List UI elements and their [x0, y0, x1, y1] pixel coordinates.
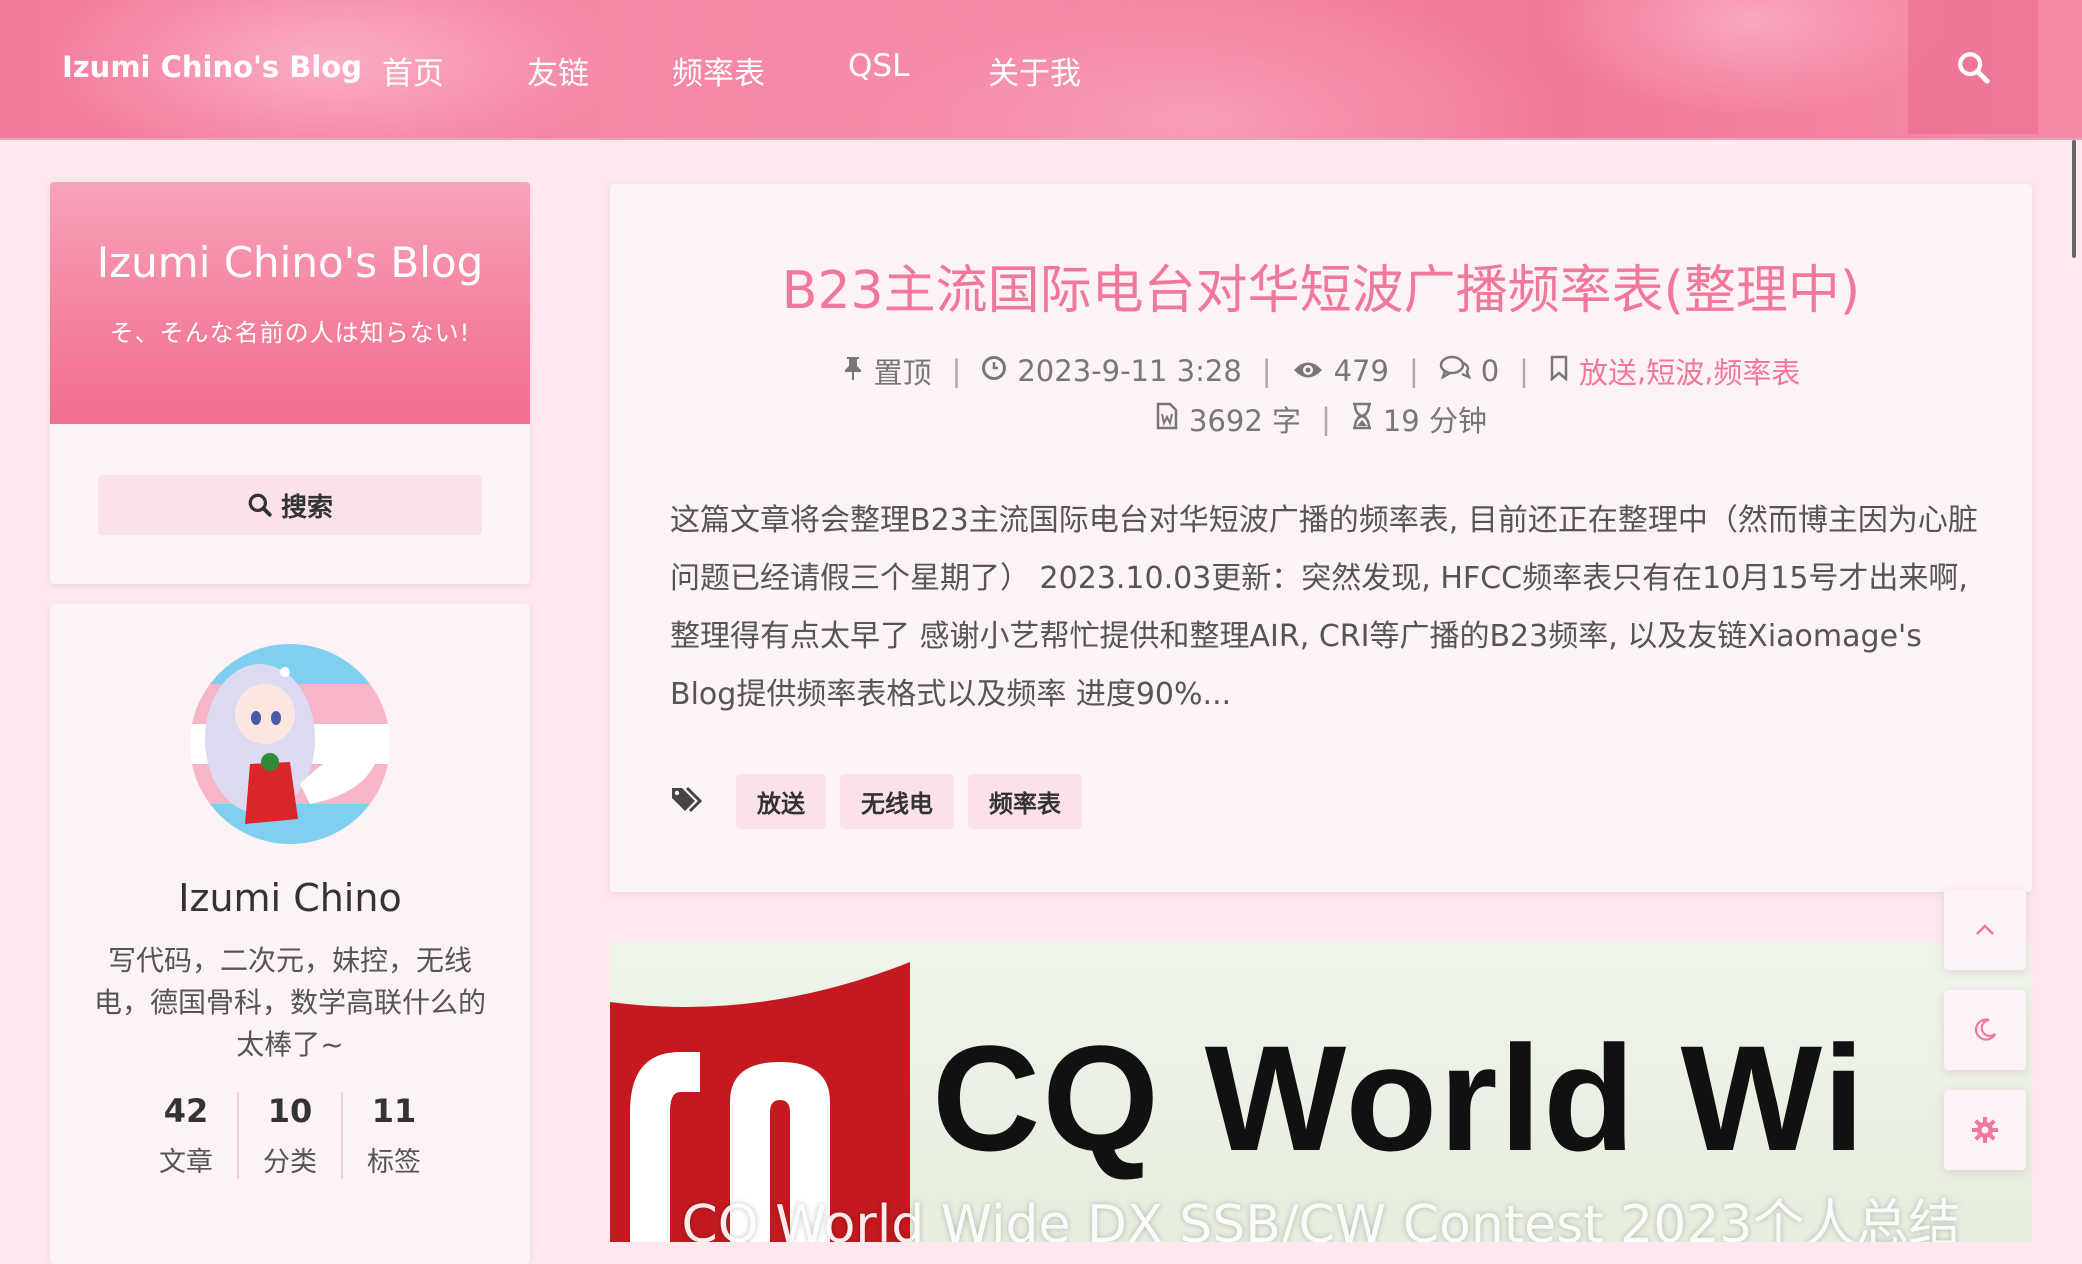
stat-categories[interactable]: 10 分类 — [237, 1092, 341, 1179]
search-icon — [1958, 52, 1990, 84]
category-link[interactable]: 放送 — [1579, 350, 1637, 392]
category-link[interactable]: 频率表 — [1713, 350, 1800, 392]
post2-title[interactable]: CQ World Wide DX SSB/CW Contest 2023个人总结 — [610, 1182, 2032, 1242]
meta-divider: | — [951, 354, 962, 388]
stat-tags[interactable]: 11 标签 — [341, 1092, 445, 1179]
author-stats: 42 文章 10 分类 11 标签 — [50, 1092, 530, 1179]
post-meta-line1: 置顶 | 2023-9-11 3:28 | 479 | 0 | 放送, 短波, 频率… — [610, 350, 2032, 392]
post-comments[interactable]: 0 — [1481, 354, 1499, 388]
category-link[interactable]: 短波 — [1646, 350, 1704, 392]
gear-icon — [1972, 1117, 1998, 1143]
stat-articles-count: 42 — [163, 1092, 209, 1130]
bookmark-icon — [1549, 354, 1569, 388]
post-card: B23主流国际电台对华短波广播频率表(整理中) 置顶 | 2023-9-11 3… — [610, 184, 2032, 892]
nav-item-friends[interactable]: 友链 — [527, 48, 589, 93]
nav-item-qsl[interactable]: QSL — [848, 48, 909, 84]
tag-chip[interactable]: 无线电 — [840, 774, 954, 829]
nav-item-frequency[interactable]: 频率表 — [672, 48, 765, 93]
tag-chip[interactable]: 放送 — [736, 774, 826, 829]
stat-categories-count: 10 — [267, 1092, 313, 1130]
chevron-up-icon — [1976, 924, 1994, 935]
nav-item-about[interactable]: 关于我 — [988, 48, 1081, 93]
meta-divider: | — [1261, 354, 1272, 388]
search-icon — [248, 493, 272, 517]
nav-item-home[interactable]: 首页 — [382, 48, 444, 93]
post-card-cover[interactable]: CQ World Wi CQ World Wide DX SSB/CW Cont… — [610, 942, 2032, 1242]
meta-divider: | — [1408, 354, 1419, 388]
dark-mode-toggle[interactable] — [1944, 990, 2026, 1070]
eye-icon — [1292, 354, 1324, 388]
category-separator: , — [1704, 354, 1714, 388]
post-date: 2023-9-11 3:28 — [1017, 354, 1242, 388]
moon-icon — [1974, 1018, 1996, 1041]
sidebar-search-button[interactable]: 搜索 — [98, 475, 482, 535]
post-pinned-label: 置顶 — [873, 356, 932, 390]
avatar[interactable] — [190, 644, 390, 844]
comment-icon — [1439, 354, 1472, 388]
clock-icon — [981, 354, 1007, 388]
nav-search-button[interactable] — [1908, 0, 2038, 134]
sidebar-search-label: 搜索 — [280, 492, 333, 523]
site-title[interactable]: Izumi Chino's Blog — [50, 182, 530, 287]
post-title[interactable]: B23主流国际电台对华短波广播频率表(整理中) — [610, 248, 2032, 323]
tag-chip[interactable]: 频率表 — [968, 774, 1082, 829]
top-navbar: Izumi Chino's Blog 首页 友链 频率表 QSL 关于我 — [0, 0, 2082, 140]
author-name: Izumi Chino — [178, 876, 402, 920]
hourglass-icon — [1351, 402, 1373, 437]
post-excerpt: 这篇文章将会整理B23主流国际电台对华短波广播的频率表, 目前还正在整理中（然而… — [670, 503, 1978, 712]
brand-link[interactable]: Izumi Chino's Blog — [62, 50, 362, 84]
settings-button[interactable] — [1944, 1090, 2026, 1170]
post-tags: 放送 无线电 频率表 — [670, 774, 1082, 829]
word-file-icon — [1155, 402, 1179, 437]
site-info-card: Izumi Chino's Blog そ、そんな名前の人は知らない! 搜索 — [50, 182, 530, 584]
site-info-header: Izumi Chino's Blog そ、そんな名前の人は知らない! — [50, 182, 530, 424]
meta-divider: | — [1519, 354, 1529, 388]
post-meta-line2: 3692 字 | 19 分钟 — [610, 398, 2032, 440]
post-read-time: 19 分钟 — [1382, 404, 1487, 438]
cover-image-text: CQ World Wi — [932, 1014, 1867, 1182]
pin-icon — [842, 354, 864, 388]
author-bio: 写代码，二次元，妹控，无线电，德国骨科，数学高联什么的太棒了~ — [93, 944, 486, 1061]
stat-tags-label: 标签 — [367, 1147, 421, 1178]
avatar-image — [190, 644, 390, 844]
site-subtitle: そ、そんな名前の人は知らない! — [109, 319, 471, 347]
stat-categories-label: 分类 — [263, 1147, 317, 1178]
stat-tags-count: 11 — [371, 1092, 417, 1130]
back-to-top-button[interactable] — [1944, 890, 2026, 970]
stat-articles[interactable]: 42 文章 — [135, 1092, 237, 1179]
meta-divider: | — [1321, 402, 1331, 436]
stat-articles-label: 文章 — [159, 1147, 213, 1178]
post-word-count: 3692 字 — [1189, 404, 1302, 438]
author-card: Izumi Chino 写代码，二次元，妹控，无线电，德国骨科，数学高联什么的太… — [50, 604, 530, 1264]
category-separator: , — [1636, 354, 1647, 388]
tags-icon — [670, 785, 706, 819]
page-scrollbar[interactable] — [2072, 140, 2076, 258]
post-views: 479 — [1333, 354, 1389, 388]
